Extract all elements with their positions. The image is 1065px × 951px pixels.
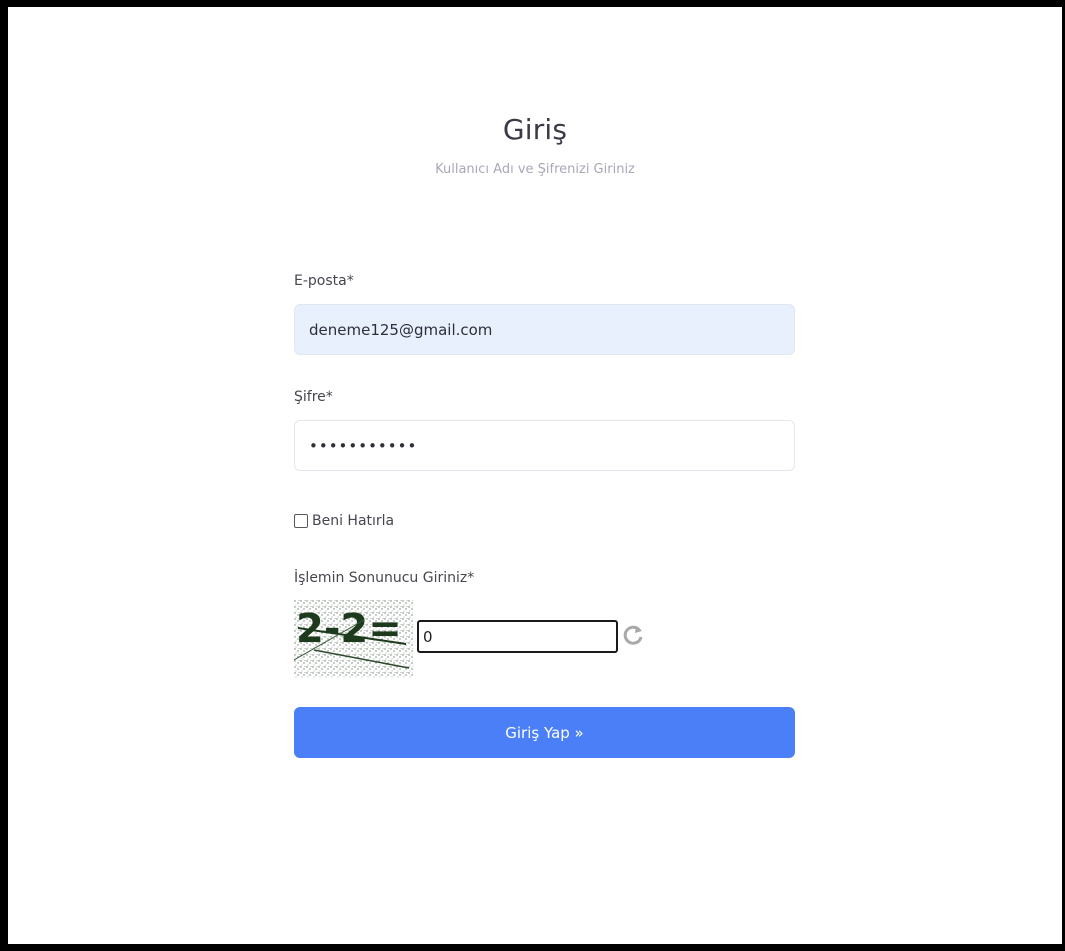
remember-label: Beni Hatırla [312,513,395,529]
password-label: Şifre* [294,389,333,405]
remember-me[interactable]: Beni Hatırla [294,513,394,529]
page-title: Giriş [502,113,568,146]
page-subtitle: Kullanıcı Adı ve Şifrenizi Giriniz [435,162,635,177]
remember-checkbox[interactable] [294,514,308,528]
password-field[interactable] [294,420,795,471]
captcha-input[interactable] [417,620,618,653]
captcha-image: 2-2= [294,600,413,678]
login-submit-button[interactable]: Giriş Yap » [294,707,795,758]
captcha-label: İşlemin Sonunucu Giriniz* [294,570,475,586]
refresh-icon[interactable] [621,622,645,648]
email-field[interactable] [294,304,795,355]
captcha-row: 2-2= [294,600,795,678]
login-page: Giriş Kullanıcı Adı ve Şifrenizi Giriniz… [8,7,1062,944]
email-label: E-posta* [294,273,354,289]
